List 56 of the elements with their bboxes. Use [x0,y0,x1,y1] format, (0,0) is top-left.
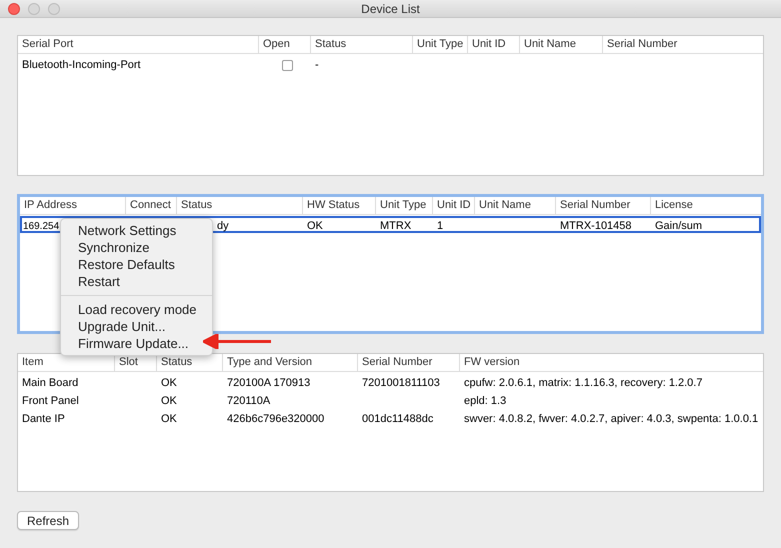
column-header[interactable]: License [651,197,767,214]
window-title: Device List [361,1,420,18]
column-header[interactable]: Status [177,197,303,214]
table-cell-text: 1 [437,219,444,234]
table-cell-text: 001dc11488dc [362,412,434,427]
table-cell-text: 169.254 [23,220,60,234]
table-cell-text: cpufw: 2.0.6.1, matrix: 1.1.16.3, recovery: 1.2.0.7 [464,376,702,391]
column-header[interactable]: Status [311,36,413,53]
table-cell-text: Front Panel [22,394,79,409]
table-cell-text: OK [161,412,177,427]
close-icon[interactable] [8,2,20,14]
table-cell-text: 720100A 170913 [227,376,310,391]
menu-item[interactable]: Firmware Update... [78,335,189,352]
table-cell-text: epld: 1.3 [464,394,506,409]
table-cell-text: - [315,58,319,73]
column-header[interactable]: HW Status [303,197,376,214]
table-cell-text: 720110A [227,394,270,409]
column-header[interactable]: Unit Type [376,197,433,214]
table-cell-text: MTRX [380,219,412,234]
menu-item[interactable]: Network Settings [78,222,176,239]
column-header[interactable]: Unit ID [433,197,475,214]
checkbox[interactable] [282,60,292,71]
column-header[interactable]: Connect [126,197,177,214]
table-cell-text: 426b6c796e320000 [227,412,324,427]
column-header[interactable]: Unit Name [475,197,556,214]
table-cell-text: Gain/sum [655,219,702,234]
zoom-icon[interactable] [48,2,60,14]
column-header[interactable]: Serial Number [556,197,651,214]
column-header[interactable]: Unit ID [468,36,520,53]
column-header[interactable]: IP Address [20,197,126,214]
table-cell-text: swver: 4.0.8.2, fwver: 4.0.2.7, apiver: 4.0.3, swpenta: 1.0.0.1 [464,412,758,427]
table-cell-text: OK [161,394,177,409]
arrow-icon [203,334,271,349]
column-header[interactable]: Unit Type [413,36,468,53]
refresh-button[interactable]: Refresh [17,511,80,530]
column-header[interactable]: Serial Number [358,354,460,371]
table-cell-text: dy [216,219,229,234]
menu-item[interactable]: Restart [78,273,120,290]
table-cell-text: MTRX-101458 [560,219,632,234]
column-header[interactable]: Serial Number [603,36,765,53]
minimize-icon[interactable] [28,2,40,14]
table-cell-text: 7201001811103 [362,376,440,391]
table-cell-text: Dante IP [22,412,65,427]
table-cell-text: Bluetooth-Incoming-Port [22,58,141,73]
menu-item[interactable]: Load recovery mode [78,301,197,318]
table-cell-text: OK [307,219,323,234]
menu-item[interactable]: Upgrade Unit... [78,318,166,335]
column-header[interactable]: Serial Port [18,36,259,53]
table-cell-text: OK [161,376,177,391]
menu-item[interactable]: Synchronize [78,239,150,256]
menu-item[interactable]: Restore Defaults [78,256,175,273]
column-header[interactable]: FW version [460,354,765,371]
column-header[interactable]: Unit Name [520,36,603,53]
column-header[interactable]: Open [259,36,311,53]
table-cell-text: Main Board [22,376,78,391]
column-header[interactable]: Type and Version [223,354,358,371]
